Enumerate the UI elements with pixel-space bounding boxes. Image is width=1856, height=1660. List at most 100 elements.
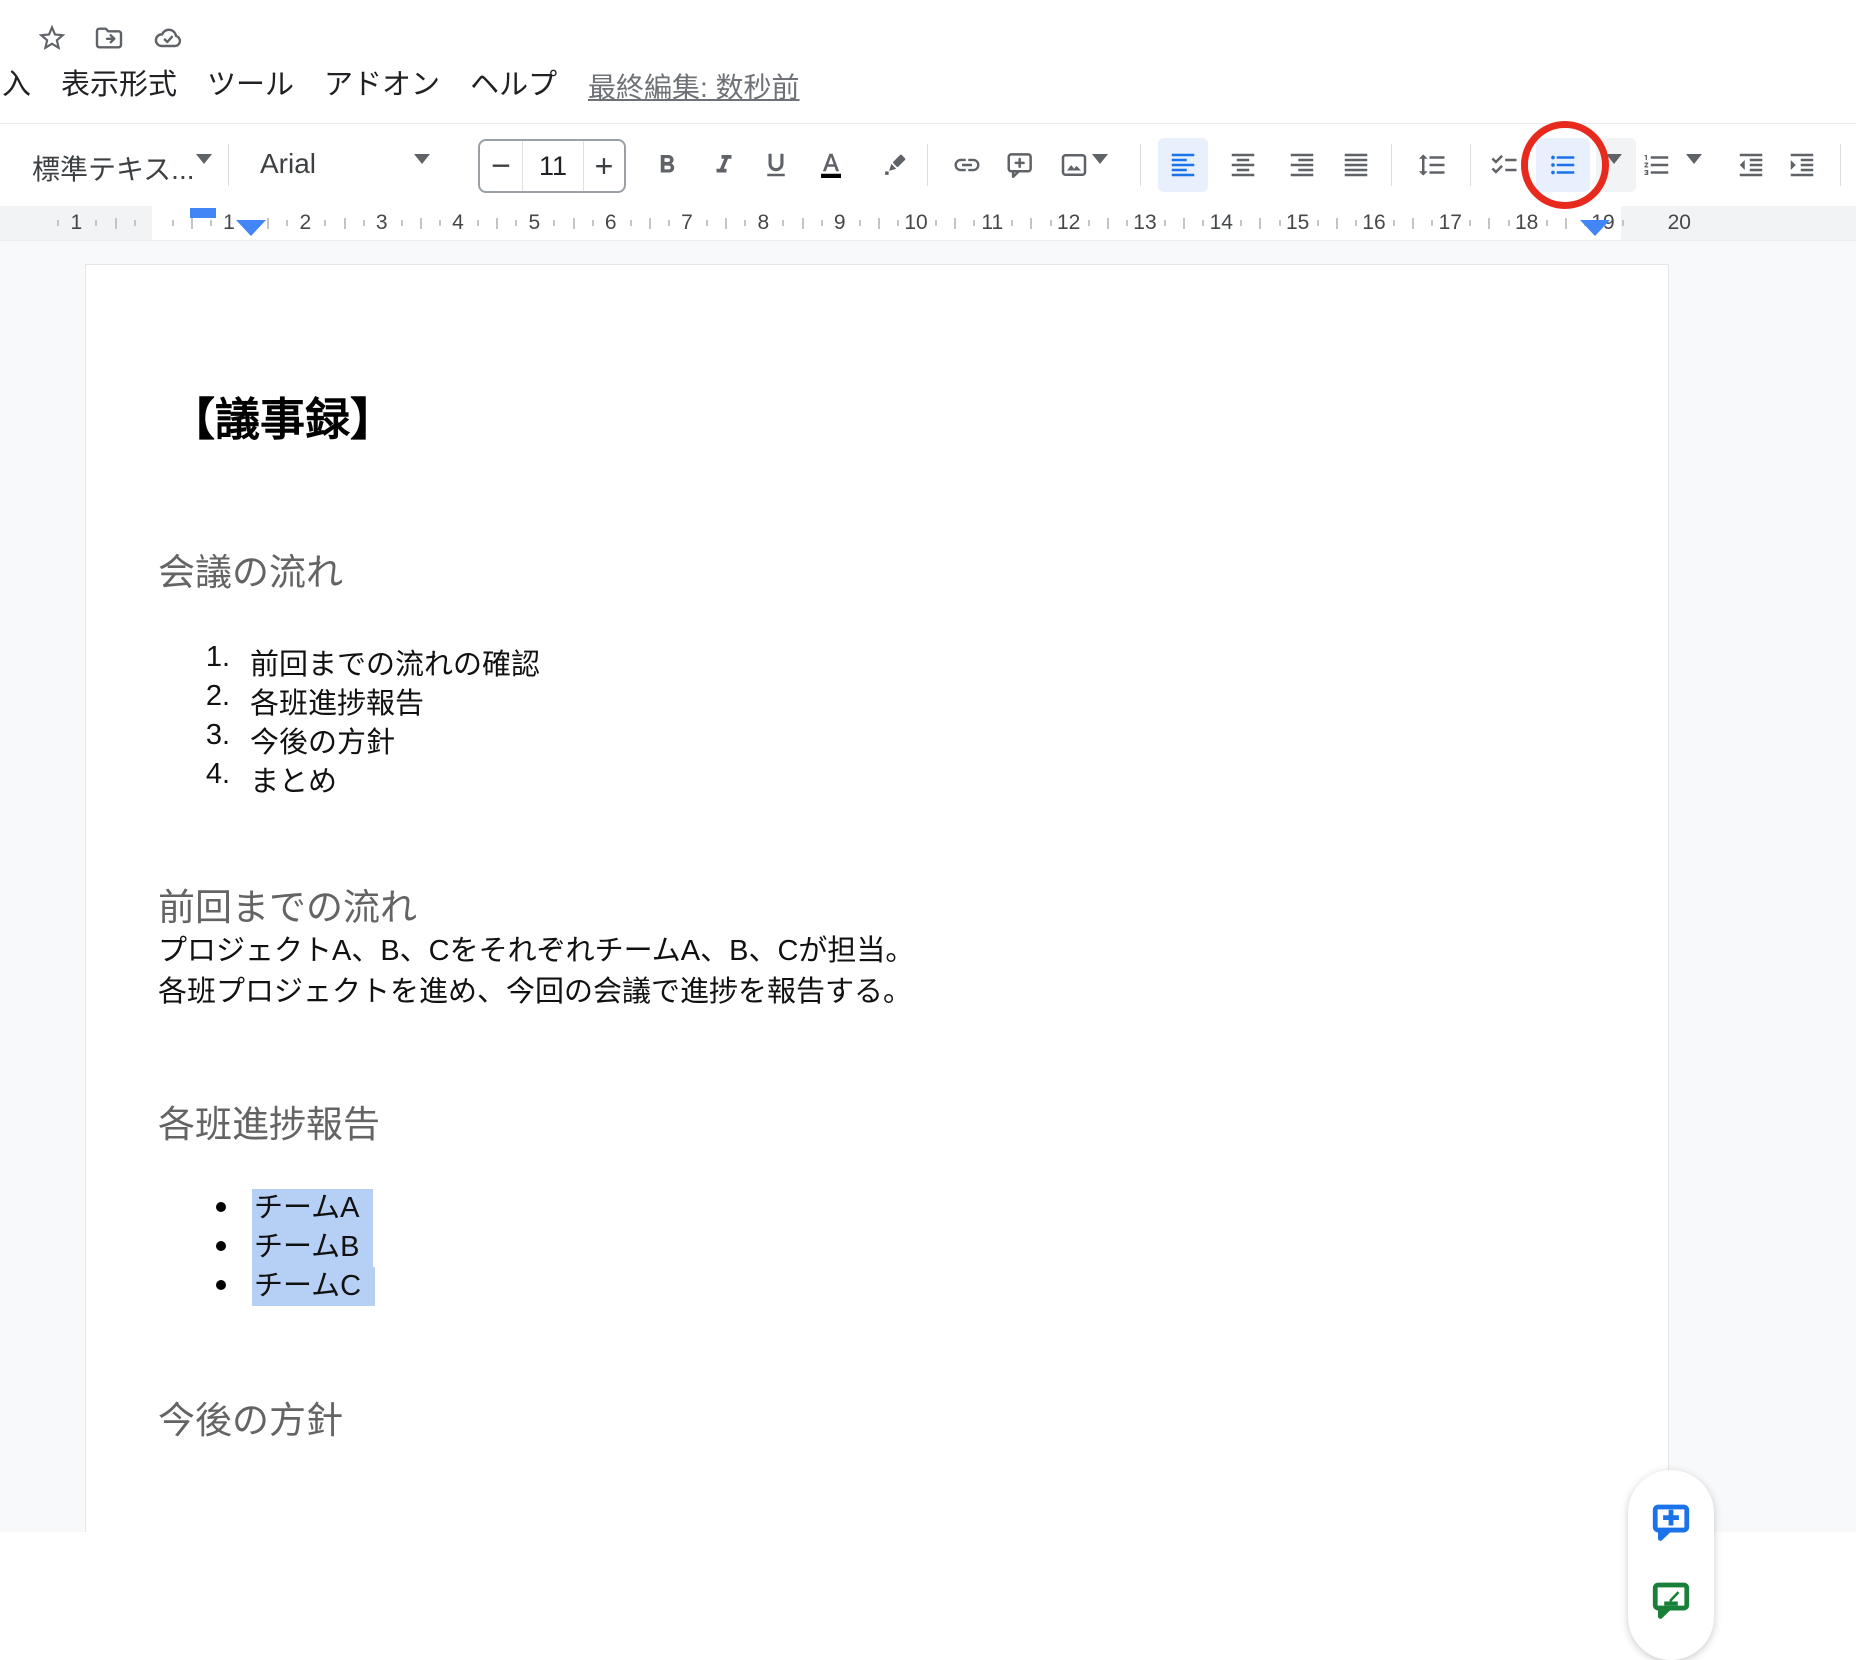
suggest-edits-floating-button[interactable] <box>1649 1578 1693 1622</box>
line-spacing-icon <box>1417 150 1447 180</box>
highlight-color-button[interactable] <box>872 138 918 192</box>
paragraph-style-dropdown-icon[interactable] <box>196 154 212 164</box>
link-icon <box>952 150 982 180</box>
bullet-dot <box>216 1280 226 1290</box>
insert-image-dropdown-icon[interactable] <box>1092 154 1108 164</box>
font-size-control: − 11 + <box>478 139 626 193</box>
menu-bar: 入表示形式ツールアドオンヘルプ <box>2 62 557 102</box>
ruler-number: 9 <box>834 211 846 235</box>
ruler-tick <box>1164 220 1166 226</box>
team-item: チームC <box>86 1267 1668 1306</box>
ruler-tick <box>1279 220 1281 226</box>
insert-image-button[interactable] <box>1051 138 1097 192</box>
agenda-item-number: 2. <box>186 680 230 713</box>
increase-indent-button[interactable] <box>1779 138 1825 192</box>
ruler-number: 20 <box>1668 211 1691 235</box>
ruler-tick <box>515 220 517 226</box>
document-background: 【議事録】 会議の流れ 1.前回までの流れの確認2.各班進捗報告3.今後の方針4… <box>0 241 1856 1532</box>
add-comment-floating-button[interactable] <box>1649 1500 1693 1544</box>
menu-item-0[interactable]: 入 <box>2 61 31 103</box>
team-item-text-selected: チームB <box>252 1228 373 1267</box>
image-icon <box>1059 150 1089 180</box>
toolbar-separator <box>1391 144 1392 186</box>
left-indent-marker[interactable] <box>236 220 266 236</box>
agenda-item-text: 各班進捗報告 <box>250 680 424 722</box>
ruler-number: 16 <box>1362 211 1385 235</box>
ruler-number: 11 <box>981 211 1003 235</box>
ruler-tick <box>802 218 804 229</box>
ruler-page-area <box>152 206 1621 240</box>
team-item-text-selected: チームC <box>252 1267 375 1306</box>
ruler-number: 1 <box>223 211 235 235</box>
decrease-indent-button[interactable] <box>1728 138 1774 192</box>
align-left-button[interactable] <box>1160 138 1206 192</box>
ruler-tick <box>1202 220 1204 226</box>
body-paragraph-line: 各班プロジェクトを進め、今回の会議で進捗を報告する。 <box>158 972 914 1013</box>
ruler-tick <box>1469 220 1471 226</box>
agenda-item-text: 前回までの流れの確認 <box>250 641 540 683</box>
ruler-tick <box>1412 218 1414 229</box>
ruler-number: 3 <box>376 211 388 235</box>
ruler-number: 4 <box>452 211 464 235</box>
suggest-edits-bubble-icon <box>1649 1578 1693 1622</box>
align-justify-icon <box>1341 150 1371 180</box>
underline-icon <box>761 150 791 180</box>
paragraph-style-selector[interactable]: 標準テキス... <box>32 148 195 188</box>
line-spacing-button[interactable] <box>1409 138 1455 192</box>
font-family-dropdown-icon[interactable] <box>414 154 430 164</box>
ruler-tick <box>363 220 365 226</box>
menu-item-1[interactable]: 表示形式 <box>61 61 177 103</box>
ruler-tick <box>1546 220 1548 226</box>
ruler-number: 8 <box>757 211 769 235</box>
bold-button[interactable] <box>644 138 690 192</box>
agenda-item: 4.まとめ <box>86 758 1668 797</box>
ruler-number: 17 <box>1439 211 1462 235</box>
add-comment-button[interactable] <box>997 138 1043 192</box>
ruler-tick <box>744 220 746 226</box>
ruler-number: 5 <box>529 211 541 235</box>
underline-button[interactable] <box>753 138 799 192</box>
menu-item-3[interactable]: アドオン <box>324 61 440 103</box>
ruler-tick <box>1126 220 1128 226</box>
first-line-indent-marker[interactable] <box>190 208 216 218</box>
document-page[interactable]: 【議事録】 会議の流れ 1.前回までの流れの確認2.各班進捗報告3.今後の方針4… <box>85 264 1669 1532</box>
ruler-tick <box>782 220 784 226</box>
right-indent-marker[interactable] <box>1580 220 1610 236</box>
font-family-selector[interactable]: Arial <box>260 148 316 180</box>
numbered-list-button[interactable] <box>1634 138 1680 192</box>
increase-font-size-button[interactable]: + <box>584 141 624 191</box>
ruler-tick <box>420 218 422 229</box>
numbered-list-dropdown-icon[interactable] <box>1686 154 1702 164</box>
toolbar-separator <box>927 144 928 186</box>
ruler-tick <box>1622 220 1624 226</box>
align-center-button[interactable] <box>1220 138 1266 192</box>
insert-link-button[interactable] <box>944 138 990 192</box>
text-color-button[interactable] <box>808 138 854 192</box>
last-edited-link[interactable]: 最終編集: 数秒前 <box>588 66 800 106</box>
italic-button[interactable] <box>701 138 747 192</box>
star-icon[interactable] <box>36 22 68 59</box>
align-justify-button[interactable] <box>1333 138 1379 192</box>
menu-item-4[interactable]: ヘルプ <box>470 61 557 103</box>
ruler-tick <box>134 220 136 226</box>
ruler-number: 18 <box>1515 211 1538 235</box>
menu-item-2[interactable]: ツール <box>207 61 294 103</box>
move-folder-icon[interactable] <box>92 22 126 59</box>
cloud-saved-icon[interactable] <box>150 22 186 59</box>
font-size-value[interactable]: 11 <box>522 141 584 191</box>
ruler-tick <box>401 220 403 226</box>
ruler-tick <box>324 220 326 226</box>
ruler-tick <box>1336 218 1338 229</box>
ruler-tick <box>1107 218 1109 229</box>
ruler-tick <box>973 220 975 226</box>
align-right-button[interactable] <box>1279 138 1325 192</box>
ruler-tick <box>897 220 899 226</box>
ruler[interactable]: 11234567891011121314151617181920 <box>0 206 1856 241</box>
ruler-number: 10 <box>904 211 927 235</box>
agenda-item-number: 3. <box>186 719 230 752</box>
decrease-font-size-button[interactable]: − <box>480 141 522 191</box>
google-docs-window: 入表示形式ツールアドオンヘルプ 最終編集: 数秒前 標準テキス... Arial… <box>0 0 1856 1532</box>
ruler-tick <box>592 220 594 226</box>
team-item: チームA <box>86 1189 1668 1228</box>
ruler-tick <box>496 218 498 229</box>
